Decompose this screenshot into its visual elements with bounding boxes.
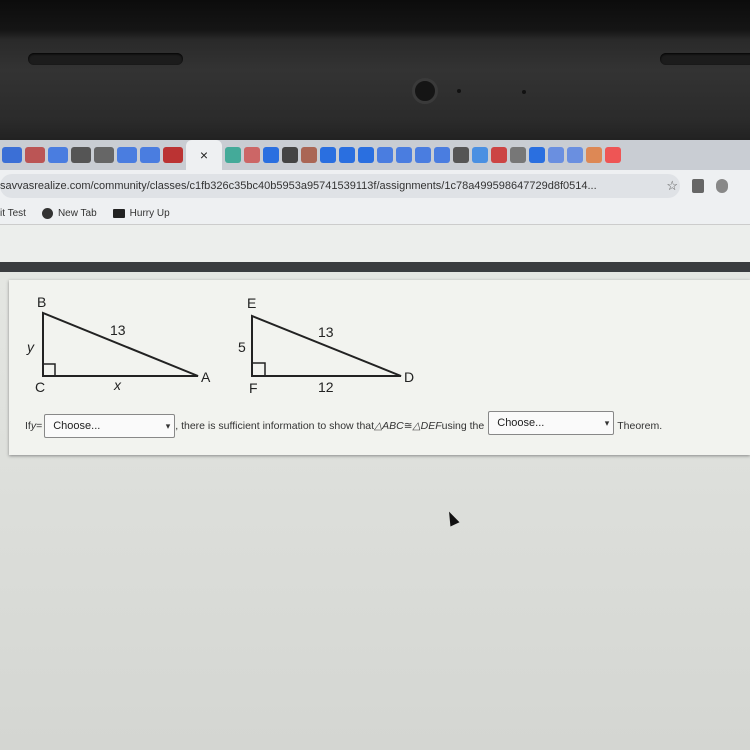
bookmark-it-test[interactable]: it Test xyxy=(0,208,26,219)
close-tab-icon[interactable]: × xyxy=(200,147,208,163)
tab-favicon[interactable] xyxy=(163,147,183,163)
bezel-slot xyxy=(28,53,183,65)
url-text: savvasrealize.com/community/classes/c1fb… xyxy=(0,180,597,192)
side-label-de: 13 xyxy=(318,324,334,340)
question-suffix: Theorem. xyxy=(617,420,663,432)
tab-favicon[interactable] xyxy=(548,147,564,163)
tab-favicon[interactable] xyxy=(396,147,412,163)
webcam xyxy=(412,78,438,104)
tab-favicon[interactable] xyxy=(529,147,545,163)
side-label-y: y xyxy=(26,339,35,355)
extension-icon[interactable] xyxy=(692,179,704,193)
globe-icon xyxy=(41,207,53,219)
tab-favicon[interactable] xyxy=(48,147,68,163)
bezel-slot xyxy=(660,53,750,65)
tab-favicon[interactable] xyxy=(491,147,507,163)
tab-favicon[interactable] xyxy=(282,147,298,163)
side-label-ab: 13 xyxy=(110,322,126,338)
vertex-label-a: A xyxy=(201,369,211,385)
sensor xyxy=(522,90,526,94)
vertex-label-d: D xyxy=(404,369,414,385)
side-label-fd: 12 xyxy=(318,379,334,395)
tab-favicon[interactable] xyxy=(301,147,317,163)
laptop-bezel xyxy=(0,0,750,140)
tab-favicon[interactable] xyxy=(320,147,336,163)
tab-favicon[interactable] xyxy=(2,147,22,163)
vertex-label-e: E xyxy=(247,295,256,311)
select-value: Choose... xyxy=(53,420,101,432)
tab-favicon[interactable] xyxy=(339,147,355,163)
theorem-select[interactable]: Choose... ▾ xyxy=(488,411,615,435)
triangle-abc-label: △ABC xyxy=(374,420,404,432)
bookmarks-bar: it Test New Tab Hurry Up xyxy=(0,202,750,224)
question-using: using the xyxy=(441,420,485,432)
tab-favicon[interactable] xyxy=(94,147,114,163)
tab-favicon[interactable] xyxy=(71,147,91,163)
tab-favicon[interactable] xyxy=(415,147,431,163)
bookmark-new-tab[interactable]: New Tab xyxy=(41,207,97,219)
tab-favicon[interactable] xyxy=(605,147,621,163)
tab-favicon[interactable] xyxy=(358,147,374,163)
tab-favicon[interactable] xyxy=(377,147,393,163)
bookmark-star-icon[interactable]: ☆ xyxy=(666,178,678,194)
url-input[interactable]: savvasrealize.com/community/classes/c1fb… xyxy=(0,174,680,198)
tab-favicon[interactable] xyxy=(453,147,469,163)
vertex-label-b: B xyxy=(37,294,46,310)
triangle-def-label: △DEF xyxy=(412,420,442,432)
page-header-area xyxy=(0,224,750,262)
address-bar-row: savvasrealize.com/community/classes/c1fb… xyxy=(0,170,750,202)
question-text: If y = Choose... ▾ , there is sufficient … xyxy=(25,411,663,438)
extension-icon[interactable] xyxy=(716,179,728,193)
select-value: Choose... xyxy=(497,417,545,429)
chevron-down-icon: ▾ xyxy=(165,420,171,431)
bookmark-label: it Test xyxy=(0,207,26,219)
right-angle-mark-f xyxy=(251,362,266,377)
tab-favicon[interactable] xyxy=(510,147,526,163)
tab-favicon[interactable] xyxy=(586,147,602,163)
active-tab[interactable]: × xyxy=(186,140,222,170)
tab-favicon[interactable] xyxy=(117,147,137,163)
tab-favicon[interactable] xyxy=(225,147,241,163)
tab-favicon[interactable] xyxy=(244,147,260,163)
vertex-label-f: F xyxy=(249,380,258,396)
folder-icon xyxy=(112,208,125,218)
tab-strip: × xyxy=(0,140,750,170)
page-header-band xyxy=(0,262,750,272)
tab-favicon[interactable] xyxy=(140,147,160,163)
equals-sign: = xyxy=(36,420,43,432)
side-label-ef: 5 xyxy=(238,339,246,355)
tab-favicon[interactable] xyxy=(263,147,279,163)
side-label-x: x xyxy=(113,377,122,393)
bookmark-label: Hurry Up xyxy=(129,207,170,219)
right-angle-mark-c xyxy=(42,363,56,377)
tab-favicon[interactable] xyxy=(567,147,583,163)
bookmark-hurry-up[interactable]: Hurry Up xyxy=(112,207,170,219)
sensor xyxy=(457,89,461,93)
triangle-figure: B C A y x 13 E F D 5 12 13 xyxy=(26,294,414,396)
y-value-select[interactable]: Choose... ▾ xyxy=(44,414,176,438)
question-middle: , there is sufficient information to sho… xyxy=(175,420,375,432)
bookmark-label: New Tab xyxy=(57,207,97,219)
vertex-label-c: C xyxy=(35,379,45,395)
tab-favicon[interactable] xyxy=(25,147,45,163)
congruent-symbol: ≅ xyxy=(403,420,413,432)
chevron-down-icon: ▾ xyxy=(604,417,610,428)
tab-favicon[interactable] xyxy=(434,147,450,163)
tab-favicon[interactable] xyxy=(472,147,488,163)
